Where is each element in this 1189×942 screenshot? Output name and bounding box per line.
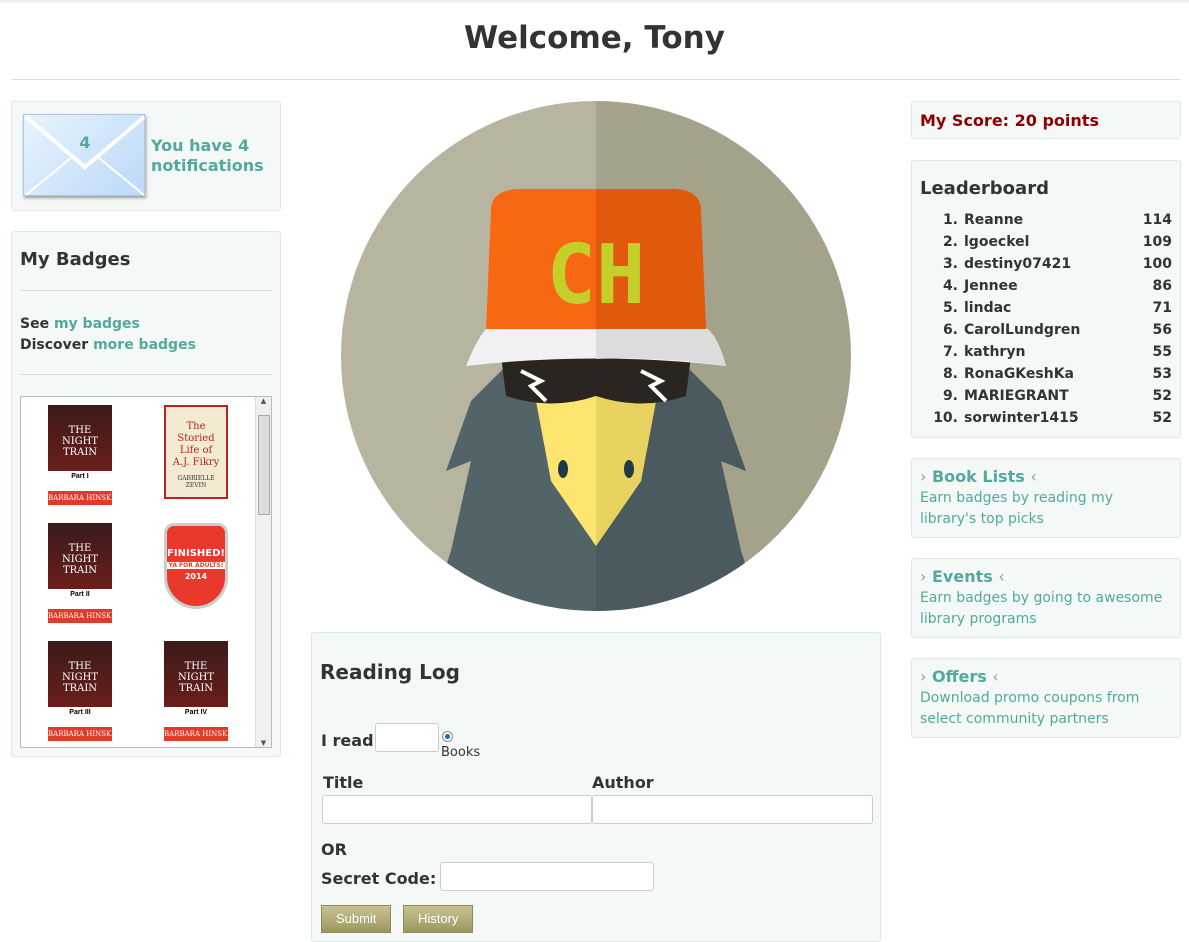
secret-code-input[interactable] [440, 862, 654, 891]
cap-text: CH [547, 228, 646, 323]
badge-night-train-1[interactable]: THE NIGHT TRAIN Part I BARBARA HINSKE [48, 405, 116, 505]
book-lists-panel[interactable]: › Book Lists ‹ Earn badges by reading my… [911, 458, 1181, 538]
discover-label: Discover [20, 337, 89, 353]
books-radio-label: Books [441, 745, 481, 760]
badge-night-train-3[interactable]: THE NIGHT TRAIN Part III BARBARA HINSKE [48, 641, 116, 741]
author-input[interactable] [592, 795, 873, 824]
scroll-thumb[interactable] [258, 415, 270, 515]
see-label: See [20, 316, 50, 332]
book-lists-desc: Earn badges by reading my library's top … [920, 490, 1114, 527]
score-panel: My Score: 20 points [911, 101, 1181, 139]
badges-title: My Badges [20, 249, 131, 270]
leaderboard-row: 10. sorwinter1415 52 [933, 410, 1172, 426]
title-input[interactable] [322, 795, 592, 824]
offers-link[interactable]: Offers [932, 667, 987, 686]
reading-log-panel: Reading Log I read Books Title Author OR… [311, 632, 881, 942]
envelope-icon: 4 [23, 114, 146, 196]
leaderboard-row: 6. CarolLundgren 56 [942, 322, 1172, 338]
events-desc: Earn badges by going to awesome library … [920, 590, 1163, 627]
events-link[interactable]: Events [932, 567, 993, 586]
history-button[interactable]: History [403, 905, 474, 933]
notifications-link[interactable]: You have 4 notifications [151, 136, 276, 176]
secret-code-label: Secret Code: [321, 869, 437, 888]
leaderboard-row: 3. destiny07421 100 [942, 256, 1172, 272]
leaderboard-row: 4. Jennee 86 [942, 278, 1172, 294]
more-badges-link[interactable]: more badges [93, 337, 196, 353]
chevron-right-icon: › [920, 567, 927, 586]
chevron-right-icon: › [920, 467, 927, 486]
leaderboard-list: 1. Reanne 114 2. lgoeckel 109 3. destiny07421… [922, 209, 1172, 429]
scrollbar[interactable]: ▲ ▼ [255, 397, 271, 747]
title-label: Title [323, 773, 364, 792]
books-count-input[interactable] [375, 723, 439, 752]
offers-desc: Download promo coupons from select commu… [920, 690, 1140, 727]
score-text: My Score: 20 points [920, 111, 1099, 130]
scroll-down-icon[interactable]: ▼ [256, 739, 271, 747]
notification-count: 4 [79, 133, 91, 152]
reading-log-title: Reading Log [320, 660, 460, 684]
badge-storied-life[interactable]: The Storied Life of A.J. Fikry GABRIELLE … [164, 405, 228, 499]
divider [20, 374, 272, 375]
leaderboard-row: 8. RonaGKeshKa 53 [942, 366, 1172, 382]
author-label: Author [592, 773, 654, 792]
badge-night-train-2[interactable]: THE NIGHT TRAIN Part II BARBARA HINSKE [48, 523, 116, 623]
avatar: CH [341, 101, 851, 615]
leaderboard-row: 7. kathryn 55 [942, 344, 1172, 360]
scroll-up-icon[interactable]: ▲ [256, 397, 271, 405]
leaderboard-panel: Leaderboard 1. Reanne 114 2. lgoeckel 109 3.… [911, 160, 1181, 438]
books-radio[interactable] [442, 731, 453, 742]
badge-night-train-4[interactable]: THE NIGHT TRAIN Part IV BARBARA HINSKE [164, 641, 232, 741]
badge-finished-ya[interactable]: FINISHED! YA FOR ADULTS! 2014 [164, 523, 228, 609]
top-bar [0, 0, 1189, 4]
badges-list[interactable]: THE NIGHT TRAIN Part I BARBARA HINSKE The … [20, 396, 272, 748]
i-read-label: I read [321, 731, 374, 750]
chevron-left-icon: ‹ [998, 567, 1005, 586]
notifications-panel[interactable]: 4 You have 4 notifications [11, 101, 281, 211]
leaderboard-row: 2. lgoeckel 109 [942, 234, 1172, 250]
badges-panel: My Badges See my badges Discover more ba… [11, 231, 281, 757]
leaderboard-row: 1. Reanne 114 [942, 212, 1172, 228]
events-panel[interactable]: › Events ‹ Earn badges by going to aweso… [911, 558, 1181, 638]
book-lists-link[interactable]: Book Lists [932, 467, 1025, 486]
leaderboard-title: Leaderboard [920, 178, 1049, 199]
or-label: OR [321, 840, 347, 859]
chevron-right-icon: › [920, 667, 927, 686]
leaderboard-row: 9. MARIEGRANT 52 [942, 388, 1172, 404]
divider [20, 290, 272, 291]
offers-panel[interactable]: › Offers ‹ Download promo coupons from s… [911, 658, 1181, 738]
divider [11, 79, 1181, 80]
my-badges-link[interactable]: my badges [54, 316, 140, 332]
page-title: Welcome, Tony [464, 20, 725, 56]
leaderboard-row: 5. lindac 71 [942, 300, 1172, 316]
chevron-left-icon: ‹ [992, 667, 999, 686]
submit-button[interactable]: Submit [321, 905, 392, 933]
chevron-left-icon: ‹ [1030, 467, 1037, 486]
